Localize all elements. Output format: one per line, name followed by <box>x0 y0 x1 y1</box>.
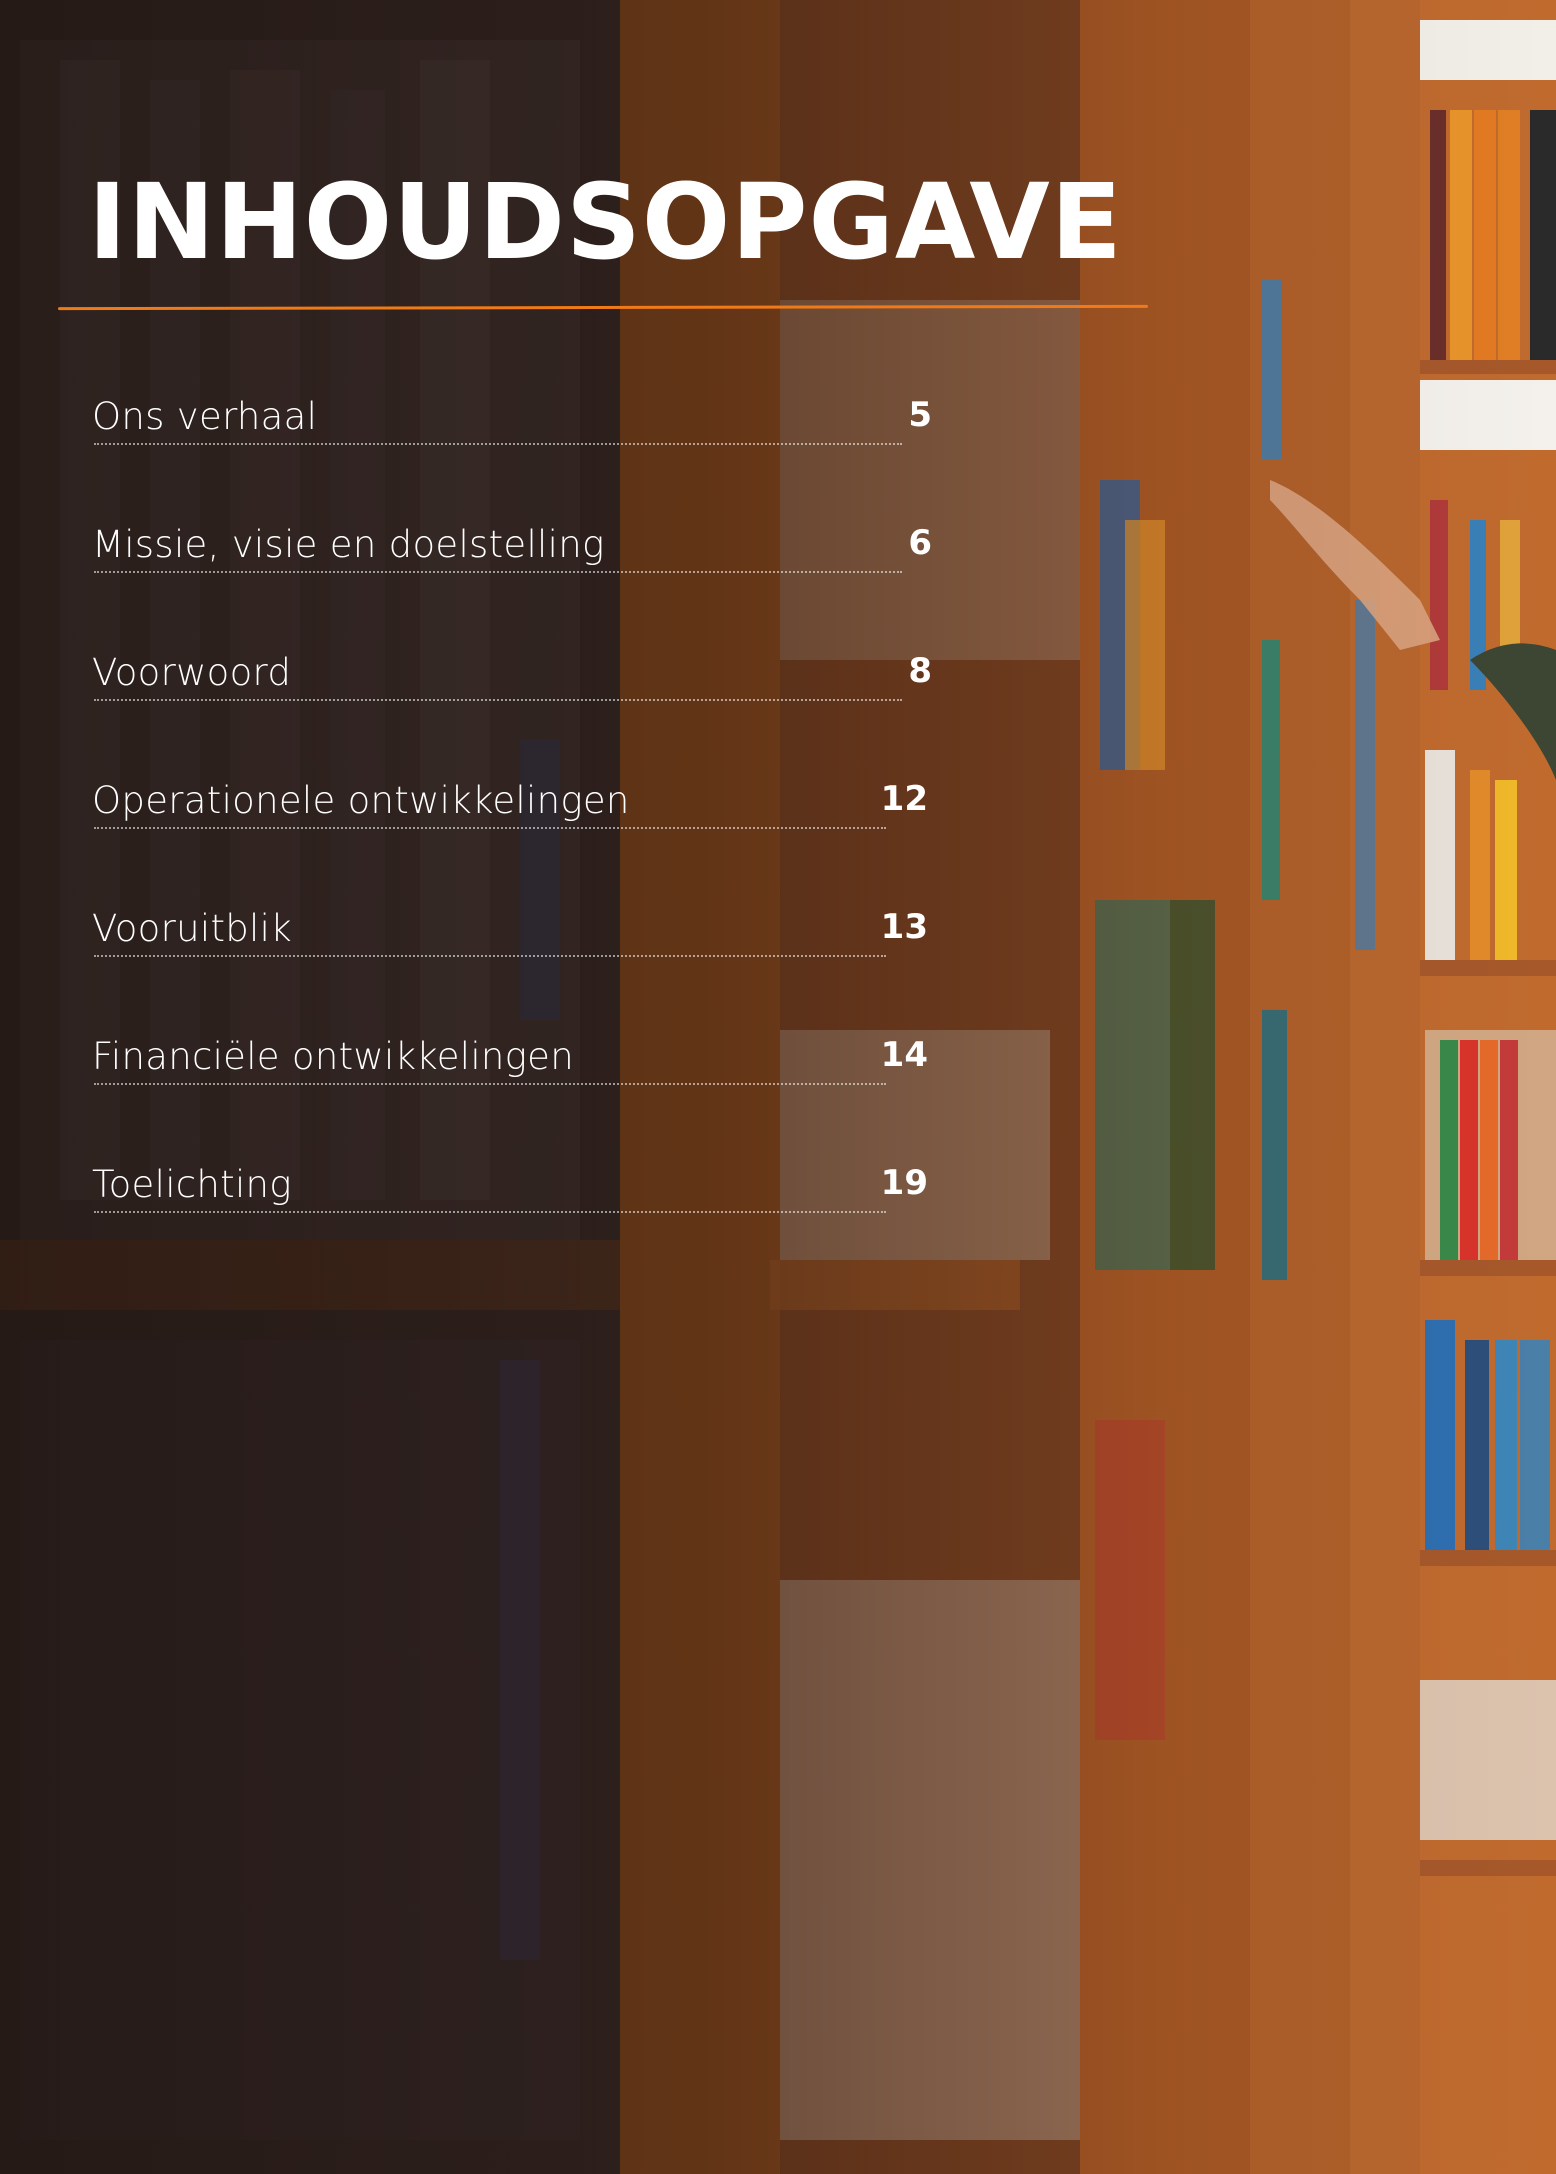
toc-page-number: 13 <box>880 907 928 947</box>
toc-page-number: 19 <box>880 1163 928 1203</box>
toc-entry-voorwoord[interactable]: Voorwoord 8 <box>92 651 932 779</box>
toc-entry-vooruitblik[interactable]: Vooruitblik 13 <box>92 907 932 1035</box>
toc-entry-label: Ons verhaal <box>92 395 318 438</box>
toc-list: Ons verhaal 5 Missie, visie en doelstell… <box>92 395 932 1291</box>
toc-entry-operationele-ontwikkelingen[interactable]: Operationele ontwikkelingen 12 <box>92 779 932 907</box>
toc-entry-label: Operationele ontwikkelingen <box>92 779 630 822</box>
toc-dotted-leader <box>94 699 902 701</box>
toc-page-number: 12 <box>880 779 928 819</box>
toc-entry-label: Toelichting <box>92 1163 292 1206</box>
toc-dotted-leader <box>94 827 886 829</box>
toc-page-number: 6 <box>908 523 932 563</box>
toc-page-number: 5 <box>908 395 932 435</box>
toc-entry-toelichting[interactable]: Toelichting 19 <box>92 1163 932 1291</box>
toc-entry-label: Vooruitblik <box>92 907 292 950</box>
toc-entry-label: Missie, visie en doelstelling <box>92 523 605 566</box>
table-of-contents-page: INHOUDSOPGAVE Ons verhaal 5 Missie, visi… <box>0 0 1556 2174</box>
toc-entry-missie-visie[interactable]: Missie, visie en doelstelling 6 <box>92 523 932 651</box>
toc-dotted-leader <box>94 1083 886 1085</box>
toc-dotted-leader <box>94 571 902 573</box>
toc-entry-ons-verhaal[interactable]: Ons verhaal 5 <box>92 395 932 523</box>
toc-page-number: 8 <box>908 651 932 691</box>
toc-dotted-leader <box>94 443 902 445</box>
toc-dotted-leader <box>94 955 886 957</box>
toc-dotted-leader <box>94 1211 886 1213</box>
toc-page-number: 14 <box>880 1035 928 1075</box>
toc-entry-label: Financiële ontwikkelingen <box>92 1035 574 1078</box>
toc-entry-financiele-ontwikkelingen[interactable]: Financiële ontwikkelingen 14 <box>92 1035 932 1163</box>
page-title: INHOUDSOPGAVE <box>88 161 1123 283</box>
toc-entry-label: Voorwoord <box>92 651 292 694</box>
